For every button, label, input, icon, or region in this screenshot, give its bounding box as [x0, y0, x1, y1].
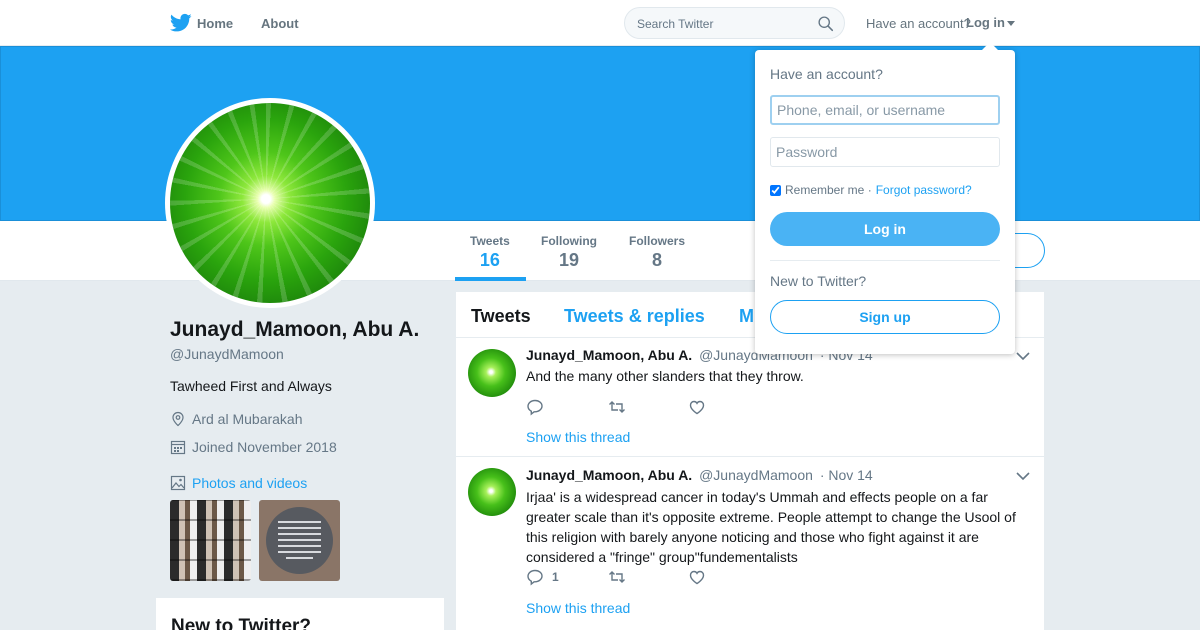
new-to-twitter-text: New to Twitter? [770, 273, 867, 289]
reply-icon [527, 399, 543, 416]
tweet-author-name[interactable]: Junayd_Mamoon, Abu A. [526, 467, 692, 483]
new-to-twitter-card: New to Twitter? [156, 598, 444, 630]
remember-me-row: Remember me · Forgot password? [770, 183, 972, 197]
tweet-text: Irjaa' is a widespread cancer in today's… [526, 489, 1016, 565]
top-navigation: Home About Have an account? Log in [0, 0, 1200, 46]
login-dropdown-title: Have an account? [770, 66, 883, 82]
search-box [624, 7, 845, 39]
media-thumbnail[interactable] [259, 500, 340, 581]
reply-action[interactable] [526, 398, 544, 416]
tweet-item[interactable]: Junayd_Mamoon, Abu A. @JunaydMamoon · No… [456, 457, 1044, 630]
nav-home-link[interactable]: Home [197, 16, 233, 31]
retweet-action[interactable] [608, 568, 626, 586]
stat-tweets[interactable]: Tweets 16 [470, 234, 510, 271]
remember-me-checkbox[interactable] [770, 184, 781, 196]
heart-icon [689, 400, 705, 415]
reply-icon [527, 569, 543, 586]
login-button[interactable]: Log in [770, 212, 1000, 246]
tweet-header: Junayd_Mamoon, Abu A. @JunaydMamoon · No… [526, 467, 873, 483]
stat-label: Followers [629, 234, 686, 248]
stat-value: 19 [558, 250, 580, 270]
retweet-action[interactable] [608, 398, 626, 416]
image-icon [170, 475, 186, 491]
profile-location: Ard al Mubarakah [170, 411, 303, 427]
active-stat-underline [455, 277, 526, 281]
tweet-date[interactable]: · Nov 14 [820, 467, 873, 483]
location-text: Ard al Mubarakah [192, 411, 303, 427]
have-account-text: Have an account? [866, 16, 971, 31]
stat-followers[interactable]: Followers 8 [629, 234, 685, 271]
caret-down-icon [1007, 21, 1015, 27]
tweet-author-name[interactable]: Junayd_Mamoon, Abu A. [526, 347, 692, 363]
profile-joined: Joined November 2018 [170, 439, 337, 455]
thumbnail-graphic [266, 507, 333, 574]
tab-tweets-and-replies[interactable]: Tweets & replies [564, 306, 705, 327]
tweet-avatar[interactable] [468, 468, 516, 516]
show-thread-link[interactable]: Show this thread [526, 600, 630, 616]
login-dropdown-toggle[interactable]: Log in [966, 15, 1015, 30]
chevron-down-icon[interactable] [1016, 471, 1030, 481]
reply-count: 1 [552, 570, 559, 584]
location-pin-icon [172, 411, 184, 427]
tab-media[interactable]: M [739, 306, 754, 327]
stat-following[interactable]: Following 19 [541, 234, 597, 271]
joined-text: Joined November 2018 [192, 439, 337, 455]
nav-about-link[interactable]: About [261, 16, 299, 31]
login-dropdown: Have an account? Remember me · Forgot pa… [755, 42, 1015, 354]
like-action[interactable] [688, 398, 706, 416]
photos-link-label[interactable]: Photos and videos [192, 475, 307, 491]
login-toggle-label[interactable]: Log in [966, 15, 1005, 30]
profile-handle: @JunaydMamoon [170, 346, 284, 362]
media-thumbnail[interactable] [170, 500, 251, 581]
retweet-icon [609, 571, 625, 583]
stat-value: 16 [479, 250, 500, 270]
tweet-author-handle[interactable]: @JunaydMamoon [699, 467, 813, 483]
calendar-icon [170, 440, 186, 455]
photos-and-videos-link[interactable]: Photos and videos [170, 475, 307, 491]
search-input[interactable] [637, 15, 807, 32]
profile-avatar[interactable] [165, 98, 375, 308]
show-thread-link[interactable]: Show this thread [526, 429, 630, 445]
stat-label: Following [541, 234, 597, 248]
divider [770, 260, 1000, 261]
tweet-item[interactable]: Junayd_Mamoon, Abu A. @JunaydMamoon · No… [456, 338, 1044, 457]
username-field[interactable] [770, 95, 1000, 125]
chevron-down-icon[interactable] [1016, 351, 1030, 361]
stat-value: 8 [652, 250, 663, 270]
profile-name: Junayd_Mamoon, Abu A. [170, 318, 420, 341]
profile-bio: Tawheed First and Always [170, 378, 332, 394]
stat-label: Tweets [470, 234, 510, 248]
tab-tweets[interactable]: Tweets [471, 306, 531, 327]
remember-me-label[interactable]: Remember me · [785, 183, 872, 197]
forgot-password-link[interactable]: Forgot password? [876, 183, 972, 197]
reply-action[interactable]: 1 [526, 568, 559, 586]
signup-button[interactable]: Sign up [770, 300, 1000, 334]
tweet-text: And the many other slanders that they th… [526, 368, 804, 384]
new-to-twitter-title: New to Twitter? [171, 616, 312, 630]
search-icon[interactable] [817, 15, 834, 32]
password-field[interactable] [770, 137, 1000, 167]
like-action[interactable] [688, 568, 706, 586]
heart-icon [689, 570, 705, 585]
tweet-avatar[interactable] [468, 349, 516, 397]
avatar-image [170, 103, 370, 303]
retweet-icon [609, 401, 625, 413]
twitter-bird-icon[interactable] [170, 13, 192, 33]
